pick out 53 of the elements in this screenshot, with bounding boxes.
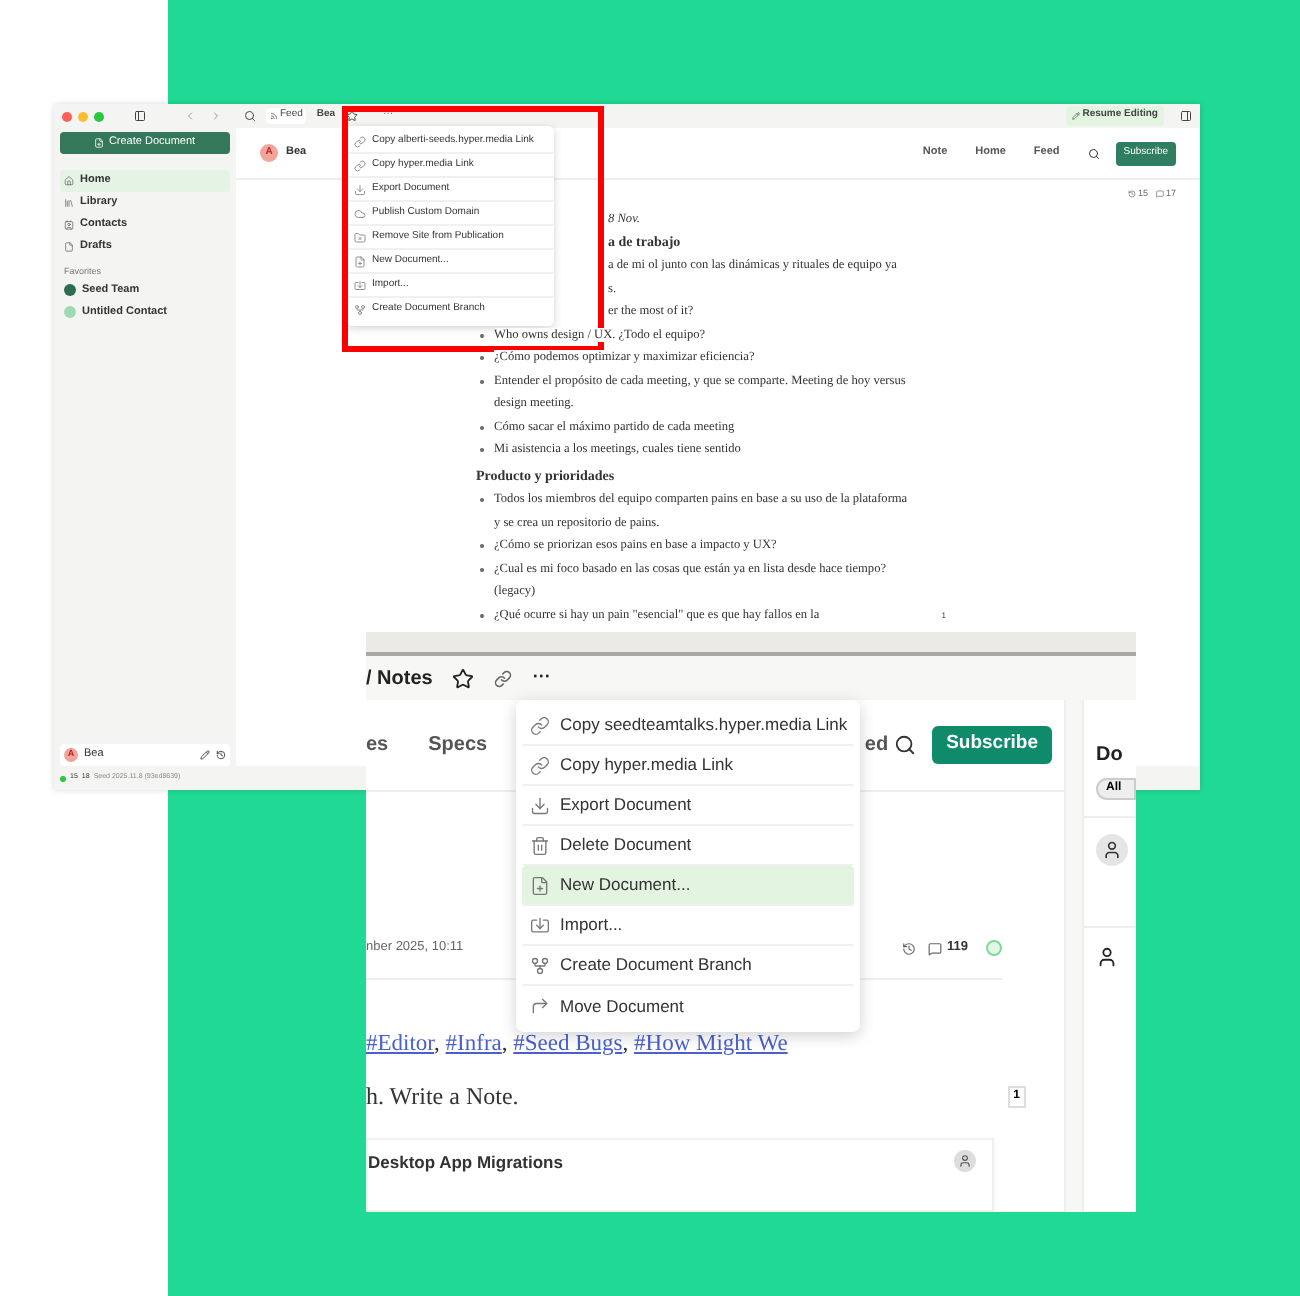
folder-icon [354, 231, 366, 243]
branch-icon [530, 955, 550, 975]
embedded-card[interactable]: Desktop App Migrations [366, 1138, 994, 1212]
breadcrumb[interactable]: / Notes [366, 663, 433, 693]
panel-icon[interactable] [1180, 110, 1192, 122]
link-icon [530, 755, 550, 775]
history-icon [1127, 190, 1136, 198]
file-plus-icon [354, 255, 366, 267]
person-icon [1096, 946, 1118, 968]
arrow-icon [530, 996, 550, 1016]
download-icon [530, 795, 550, 815]
file-plus-icon [530, 875, 550, 895]
search-icon[interactable] [1087, 147, 1100, 159]
import-icon [530, 915, 550, 935]
link-icon [354, 135, 366, 147]
import-icon [354, 279, 366, 291]
trash-icon [530, 835, 550, 855]
nav-link[interactable]: ed [864, 730, 889, 760]
card-title: Desktop App Migrations [368, 1150, 563, 1176]
paragraph: h. Write a Note. [366, 1080, 519, 1115]
contact-icon [64, 220, 74, 230]
menu-item[interactable]: New Document... [522, 866, 854, 906]
more-button[interactable]: ··· [532, 664, 551, 692]
cloud-icon [354, 207, 366, 219]
search-icon[interactable] [894, 734, 917, 756]
pencil-icon [1072, 112, 1081, 120]
file-icon [64, 242, 74, 252]
tag-link[interactable]: #How Might We [634, 1032, 788, 1056]
star-icon[interactable] [345, 110, 358, 122]
nav-link[interactable]: Specs [428, 730, 488, 760]
tag-link[interactable]: #Editor [366, 1032, 435, 1056]
comment-icon[interactable] [927, 941, 941, 955]
person-icon [1102, 840, 1122, 860]
link-icon [530, 715, 550, 735]
comment-icon [1155, 190, 1164, 198]
branch-icon [354, 304, 366, 316]
home-icon [64, 176, 74, 186]
tag-line: #Editor, #Infra, #Seed Bugs, #How Might We [366, 1030, 790, 1060]
download-icon [354, 183, 366, 195]
tag-link[interactable]: #Infra [445, 1032, 502, 1056]
history-icon[interactable] [901, 941, 915, 955]
tag-link[interactable]: #Seed Bugs [513, 1032, 623, 1056]
nav-link[interactable]: es [366, 730, 389, 760]
star-icon[interactable] [452, 667, 475, 689]
link-icon[interactable] [494, 669, 513, 687]
panel-heading: Do [1096, 742, 1125, 770]
subscribe-button[interactable]: Subscribe [932, 726, 1052, 764]
link-icon [354, 159, 366, 171]
file-plus-icon [94, 138, 105, 148]
sidebar-toggle-icon[interactable] [134, 110, 146, 122]
feed-icon [270, 112, 278, 120]
library-icon [64, 198, 74, 208]
search-icon[interactable] [244, 110, 256, 122]
